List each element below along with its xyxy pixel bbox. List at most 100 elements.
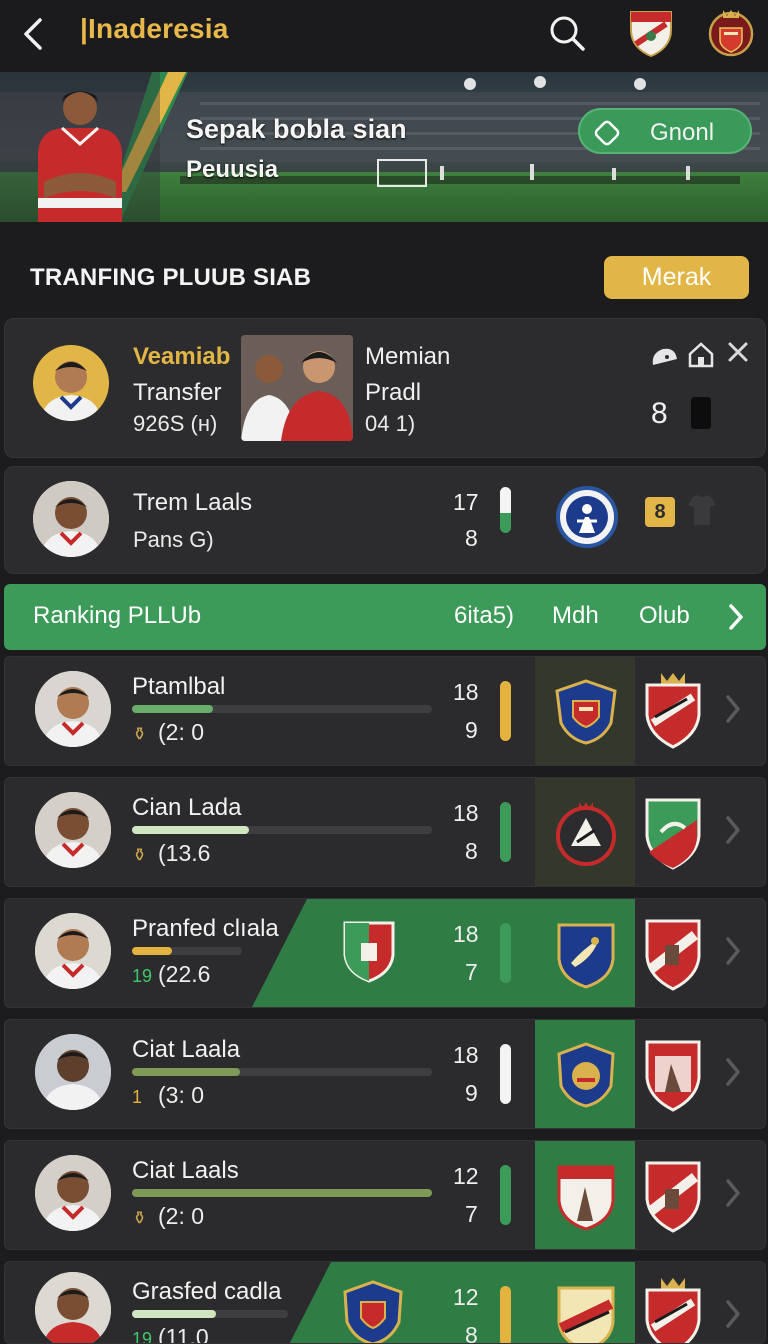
stat-prefix: ⚱: [132, 1208, 148, 1228]
club-crest-icon[interactable]: [641, 1155, 705, 1235]
progress-track: [132, 947, 242, 955]
chevron-right-icon[interactable]: [723, 1054, 743, 1090]
ranking-row[interactable]: Pranfed clıala 19 (22.6 18 7: [4, 898, 766, 1008]
chevron-right-icon[interactable]: [726, 602, 746, 632]
player-name: Grasfed cadla: [132, 1278, 282, 1305]
stat-value: (2: 0: [158, 1203, 205, 1229]
stat-secondary: 8: [465, 838, 478, 864]
progress-track: [132, 1310, 288, 1318]
stat-prefix: 1: [132, 1087, 143, 1107]
club-badge-icon[interactable]: [555, 485, 619, 549]
rating-bar: [500, 681, 511, 741]
player-name: Cian Lada: [132, 794, 242, 821]
ranking-row[interactable]: Ptamlbal ⚱ (2: 0 18 9: [4, 656, 766, 766]
column-gitas[interactable]: 6ita5): [454, 602, 514, 630]
avatar: [33, 481, 109, 557]
club-crest-icon[interactable]: [553, 1282, 619, 1344]
club-crest-icon[interactable]: [641, 792, 705, 872]
featured-transfer-card[interactable]: Veamiab Transfer 926S (н) Memian Pradl 0…: [4, 318, 766, 458]
ranking-row[interactable]: Ciat Laala 1 (3: 0 18 9: [4, 1019, 766, 1129]
chevron-right-icon[interactable]: [723, 1296, 743, 1332]
club-crest-icon[interactable]: [641, 1276, 705, 1344]
jersey-icon: [688, 495, 716, 525]
stat-primary: 18: [453, 921, 479, 947]
stat-secondary: 7: [465, 1201, 478, 1227]
ranking-row[interactable]: Ciat Laals ⚱ (2: 0 12 7: [4, 1140, 766, 1250]
player-club: Pans G): [133, 527, 214, 552]
chevron-right-icon[interactable]: [723, 691, 743, 727]
rating-bar: [500, 1165, 511, 1225]
progress-track: [132, 1189, 432, 1197]
banner-goal-button[interactable]: Gnonl: [578, 108, 752, 154]
banner-button-label: Gnonl: [650, 119, 715, 146]
player-stat: 19 (11.0: [132, 1324, 209, 1343]
club-crest-icon[interactable]: [626, 6, 676, 58]
player-stat: ⚱ (2: 0: [132, 1203, 204, 1230]
stat-secondary: 9: [465, 717, 478, 743]
club-crest-icon[interactable]: [341, 917, 397, 983]
player-summary-card[interactable]: Trem Laals Pans G) 17 8 8: [4, 466, 766, 574]
close-icon[interactable]: [727, 341, 749, 363]
club-crest-icon[interactable]: [341, 1280, 405, 1344]
player-name: Ptamlbal: [132, 673, 226, 700]
rating-bar: [500, 923, 511, 983]
stat-value: (3: 0: [158, 1082, 205, 1108]
back-arrow-icon[interactable]: [18, 14, 50, 54]
player-photo: [241, 335, 353, 441]
progress-track: [132, 1068, 432, 1076]
player-stat: 1 (3: 0: [132, 1082, 204, 1109]
club-crest-icon[interactable]: [553, 677, 619, 747]
chevron-right-icon[interactable]: [723, 933, 743, 969]
club-badge-icon[interactable]: [706, 6, 756, 58]
club-crest-icon[interactable]: [641, 671, 705, 751]
progress-fill: [132, 1310, 217, 1318]
date-label: 04 1): [365, 411, 416, 436]
club-crest-icon[interactable]: [641, 1034, 705, 1114]
player-name: Ciat Laala: [132, 1036, 241, 1063]
player-name: Ciat Laals: [132, 1157, 239, 1184]
ranking-row[interactable]: Cian Lada ⚱ (13.6 18 8: [4, 777, 766, 887]
avatar: [35, 792, 111, 868]
hero-banner[interactable]: Sepak bobla sian Peuusia Gnonl: [0, 72, 768, 222]
player-stat: ⚱ (13.6: [132, 840, 210, 867]
avatar: [35, 1272, 111, 1343]
search-icon[interactable]: [546, 12, 588, 54]
ranking-row[interactable]: Grasfed cadla 19 (11.0 12 8: [4, 1261, 766, 1344]
chevron-right-icon[interactable]: [723, 1175, 743, 1211]
stat-primary: 17: [453, 489, 479, 515]
club-crest-icon[interactable]: [553, 919, 619, 989]
progress-track: [132, 705, 432, 713]
status-label: Pradl: [365, 379, 422, 406]
stat-secondary: 8: [465, 525, 478, 551]
home-icon[interactable]: [687, 341, 715, 369]
player-name: Pranfed clıala: [132, 915, 279, 942]
club-crest-icon[interactable]: [553, 1161, 619, 1231]
rating-bar: [500, 1286, 511, 1343]
club-crest-icon[interactable]: [553, 798, 619, 868]
stat-primary: 18: [453, 1042, 479, 1068]
club-crest-icon[interactable]: [641, 913, 705, 993]
column-club[interactable]: Olub: [639, 602, 690, 630]
section-title: TRANFING PLUUB SIAB: [30, 264, 312, 291]
stat-secondary: 7: [465, 959, 478, 985]
rating-bar: [500, 1044, 511, 1104]
stat-primary: 12: [453, 1284, 479, 1310]
more-button[interactable]: Merak: [604, 256, 749, 299]
transfer-label: Transfer: [133, 379, 222, 406]
progress-track: [132, 826, 432, 834]
avatar: [33, 345, 109, 421]
avatar: [35, 671, 111, 747]
ranking-header[interactable]: Ranking PLLUb 6ita5) Mdh Olub: [4, 584, 766, 650]
column-mdh[interactable]: Mdh: [552, 602, 599, 630]
indicator-block: [691, 397, 711, 429]
progress-fill: [132, 947, 172, 955]
count-value: 8: [651, 397, 668, 430]
chevron-right-icon[interactable]: [723, 812, 743, 848]
stat-primary: 12: [453, 1163, 479, 1189]
club-crest-icon[interactable]: [553, 1040, 619, 1110]
player-name: Veamiab: [133, 343, 231, 370]
stat-value: (13.6: [158, 840, 211, 866]
avatar: [35, 1155, 111, 1231]
chat-icon[interactable]: [649, 343, 679, 369]
stat-prefix: 19: [132, 966, 153, 986]
